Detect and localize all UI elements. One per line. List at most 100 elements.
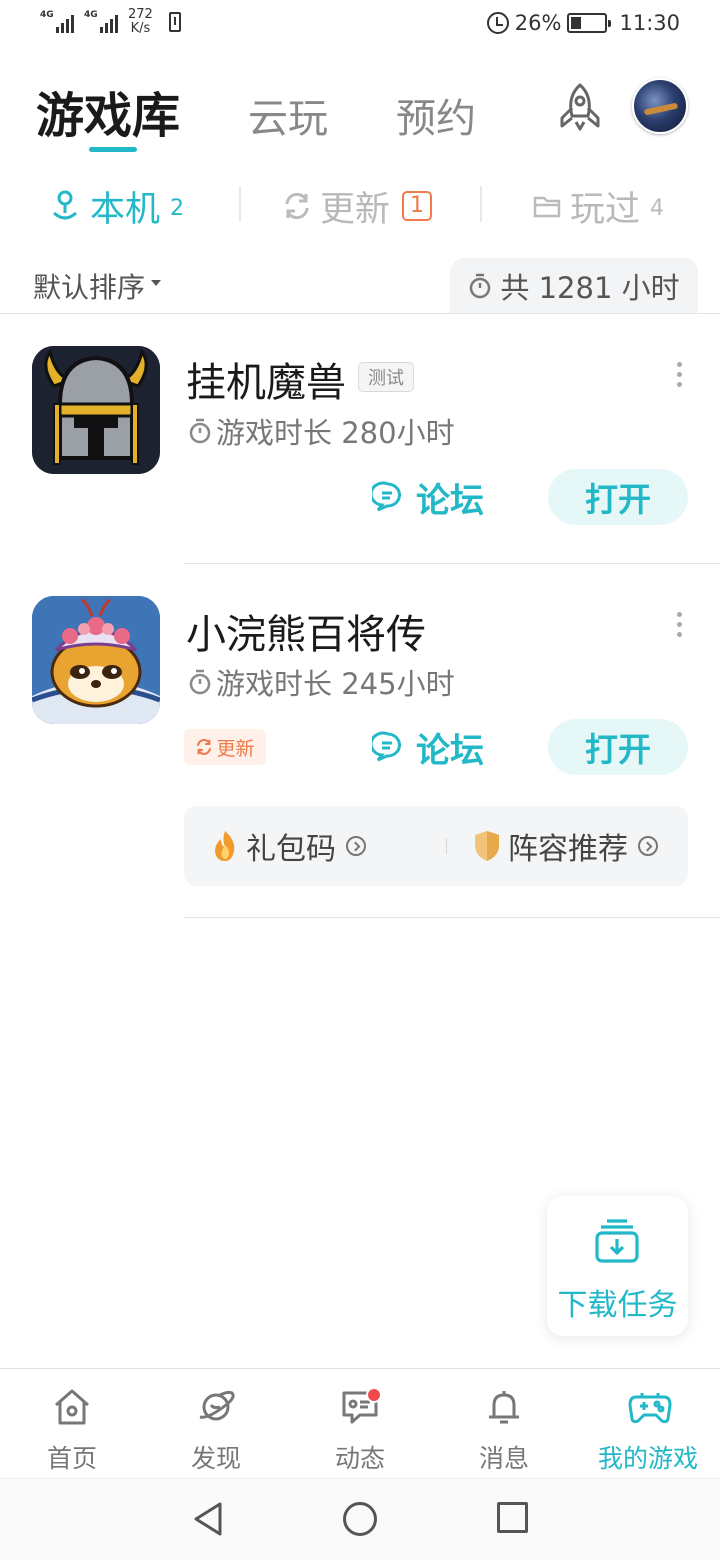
raccoon-icon — [32, 596, 160, 724]
nav-my-games-label: 我的游戏 — [597, 1444, 698, 1473]
network-type-2: 4G — [84, 10, 98, 20]
signal-icon-2: 4G — [84, 11, 118, 33]
total-playtime-text: 共 1281 小时 — [500, 271, 680, 305]
fire-icon — [215, 831, 235, 861]
planet-icon — [199, 1390, 235, 1421]
open-game-button[interactable]: 打开 — [548, 719, 688, 775]
subtab-updates-label: 更新 — [320, 189, 391, 230]
download-icon — [595, 1219, 639, 1263]
total-playtime: 共 1281 小时 — [450, 258, 698, 314]
more-options-icon[interactable] — [677, 612, 683, 637]
divider — [184, 917, 720, 918]
more-options-icon[interactable] — [677, 362, 683, 387]
gift-code-label: 礼包码 — [246, 832, 336, 867]
forum-icon — [372, 481, 401, 512]
chevron-right-circle-icon — [346, 836, 366, 856]
tab-game-library[interactable]: 游戏库 — [36, 76, 180, 146]
forum-label: 论坛 — [416, 730, 484, 771]
home-button-icon[interactable] — [343, 1502, 377, 1536]
nav-discover-label: 发现 — [190, 1444, 241, 1473]
download-task-button[interactable]: 下载任务 — [547, 1196, 688, 1336]
subtab-divider — [239, 186, 241, 222]
panel-divider — [446, 838, 447, 854]
download-task-label: 下载任务 — [557, 1288, 678, 1323]
battery-percent: 26% — [514, 11, 562, 35]
update-count-badge: 1 — [402, 191, 433, 221]
bottom-navigation: 首页 发现 动态 消息 我的游戏 — [0, 1368, 720, 1478]
chevron-right-circle-icon — [638, 836, 658, 856]
nav-home-label: 首页 — [46, 1444, 97, 1473]
game-playtime: 游戏时长 280小时 — [188, 410, 455, 452]
divider — [0, 313, 720, 314]
game-icon-guaji-moshou[interactable] — [32, 346, 160, 474]
update-tag-label: 更新 — [216, 737, 255, 760]
game-icon-xiaohuanxiong[interactable] — [32, 596, 160, 724]
system-navigation-bar — [0, 1478, 720, 1560]
playtime-text: 游戏时长 280小时 — [216, 416, 455, 450]
stopwatch-icon — [189, 418, 211, 444]
subtab-played[interactable]: 玩过 4 — [532, 178, 664, 234]
net-speed-value: 272 — [128, 7, 153, 22]
folder-icon — [533, 196, 561, 218]
forum-button[interactable]: 论坛 — [372, 472, 484, 522]
game-playtime: 游戏时长 245小时 — [188, 661, 455, 703]
back-icon[interactable] — [192, 1501, 224, 1537]
subtab-local-count: 2 — [170, 195, 185, 221]
net-speed: 272 K/s — [128, 8, 153, 36]
user-avatar[interactable] — [632, 78, 688, 134]
alarm-icon — [486, 12, 509, 34]
home-icon — [55, 1389, 89, 1425]
refresh-icon — [197, 739, 212, 755]
signal-icon-1: 4G — [40, 11, 74, 33]
caret-down-icon — [151, 280, 162, 286]
tab-reservation[interactable]: 预约 — [396, 86, 476, 144]
tab-cloud-play[interactable]: 云玩 — [248, 86, 328, 144]
helmet-icon — [32, 346, 160, 474]
sort-dropdown[interactable]: 默认排序 — [33, 266, 162, 306]
forum-label: 论坛 — [416, 480, 484, 521]
update-available-tag[interactable]: 更新 — [184, 729, 266, 765]
game-title[interactable]: 挂机魔兽 — [186, 350, 346, 408]
subtab-played-label: 玩过 — [570, 189, 641, 230]
forum-icon — [372, 731, 401, 762]
net-speed-unit: K/s — [130, 21, 151, 36]
battery-icon — [567, 13, 612, 33]
subtab-played-count: 4 — [650, 195, 665, 221]
device-icon — [52, 190, 78, 220]
open-game-button[interactable]: 打开 — [548, 469, 688, 525]
game-title[interactable]: 小浣熊百将传 — [186, 602, 426, 660]
subtab-local[interactable]: 本机 2 — [48, 178, 184, 234]
stopwatch-icon — [470, 273, 491, 299]
status-right: 26% 11:30 — [486, 11, 680, 35]
status-left: 4G 4G 272 K/s — [40, 8, 181, 36]
subtab-local-label: 本机 — [90, 189, 161, 230]
notification-dot — [366, 1387, 382, 1403]
network-type-1: 4G — [40, 10, 54, 20]
nav-my-games[interactable]: 我的游戏 — [576, 1369, 720, 1479]
subtab-updates[interactable]: 更新 1 — [282, 178, 433, 234]
rocket-icon[interactable] — [556, 82, 604, 132]
nav-messages-label: 消息 — [478, 1444, 529, 1473]
nav-activity[interactable]: 动态 — [288, 1369, 432, 1479]
test-tag: 测试 — [358, 362, 414, 392]
bell-icon — [489, 1391, 519, 1424]
gamepad-icon — [628, 1393, 672, 1424]
sort-label: 默认排序 — [33, 271, 146, 304]
lineup-recommend-link[interactable]: 阵容推荐 — [472, 806, 658, 886]
nav-messages[interactable]: 消息 — [432, 1369, 576, 1479]
stopwatch-icon — [189, 669, 211, 695]
battery-saver-icon — [168, 12, 181, 32]
nav-discover[interactable]: 发现 — [144, 1369, 288, 1479]
active-tab-indicator — [89, 147, 137, 152]
gift-code-link[interactable]: 礼包码 — [210, 806, 366, 886]
lineup-recommend-label: 阵容推荐 — [508, 832, 628, 867]
clock: 11:30 — [619, 11, 680, 35]
refresh-icon — [285, 192, 309, 220]
nav-home[interactable]: 首页 — [0, 1369, 144, 1479]
forum-button[interactable]: 论坛 — [372, 722, 484, 772]
playtime-text: 游戏时长 245小时 — [216, 667, 455, 701]
subtab-divider — [480, 186, 482, 222]
divider — [184, 563, 720, 564]
nav-activity-label: 动态 — [334, 1444, 385, 1473]
recent-apps-icon[interactable] — [497, 1502, 528, 1533]
